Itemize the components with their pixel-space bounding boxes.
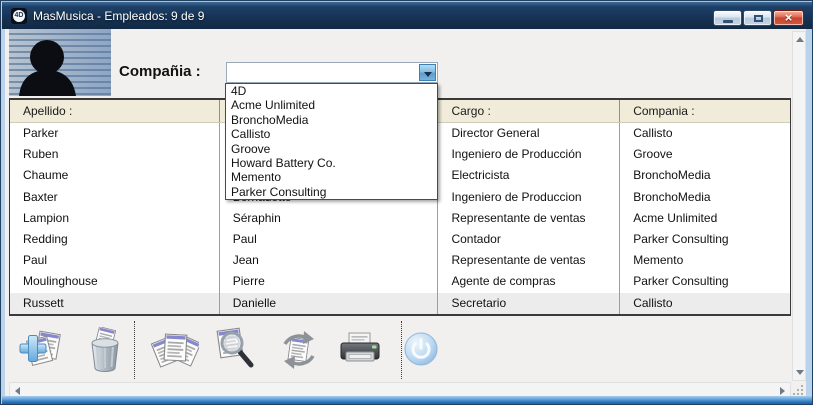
app-logo-icon: 4D [11,8,27,24]
cell-cargo[interactable]: Representante de ventas [438,208,620,229]
window-title: MasMusica - Empleados: 9 de 9 [33,2,204,30]
cell-apellido[interactable]: Moulinghouse [10,271,220,292]
trash-icon [82,327,130,375]
cell-compania[interactable]: Callisto [620,123,790,144]
scroll-right-icon[interactable] [780,387,785,395]
cell-cargo[interactable]: Electricista [438,165,620,186]
table-row[interactable]: Lampion Séraphin Representante de ventas… [10,208,790,229]
cell-cargo[interactable]: Representante de ventas [438,250,620,271]
dropdown-option[interactable]: 4D [226,84,437,98]
search-records-button[interactable] [212,327,260,375]
maximize-icon [754,15,763,22]
cell-apellido[interactable]: Baxter [10,187,220,208]
cell-cargo[interactable]: Ingeniero de Produccion [438,187,620,208]
cell-nombre[interactable]: Danielle [220,293,439,314]
cell-cargo[interactable]: Secretario [438,293,620,314]
dropdown-option[interactable]: Parker Consulting [226,185,437,199]
cell-compania[interactable]: BronchoMedia [620,187,790,208]
titlebar[interactable]: 4D MasMusica - Empleados: 9 de 9 × [2,1,813,29]
cell-compania[interactable]: Memento [620,250,790,271]
resize-grip[interactable] [792,382,806,397]
print-button[interactable] [336,327,384,375]
employee-photo [9,29,111,96]
close-icon: × [774,11,803,25]
dropdown-option[interactable]: BronchoMedia [226,113,437,127]
maximize-button[interactable] [743,10,772,26]
company-dropdown-list: 4D Acme Unlimited BronchoMedia Callisto … [225,83,438,200]
dropdown-option[interactable]: Groove [226,142,437,156]
power-icon [403,331,439,367]
company-filter-label: Compañia : [119,63,201,80]
horizontal-scrollbar[interactable] [9,382,791,397]
cell-apellido[interactable]: Paul [10,250,220,271]
header-compania[interactable]: Compania : [620,100,790,122]
dropdown-option[interactable]: Memento [226,170,437,184]
cell-compania[interactable]: Parker Consulting [620,271,790,292]
scroll-left-icon[interactable] [15,387,20,395]
person-silhouette-icon [9,29,111,96]
scroll-down-icon[interactable] [796,370,804,375]
delete-record-button[interactable] [82,327,130,375]
cell-compania[interactable]: Groove [620,144,790,165]
refresh-icon [275,327,323,375]
cell-compania[interactable]: Parker Consulting [620,229,790,250]
app-window: 4D MasMusica - Empleados: 9 de 9 × Compa… [0,0,813,405]
cell-apellido[interactable]: Russett [10,293,220,314]
toolbar-separator [401,321,402,379]
header-apellido[interactable]: Apellido : [10,100,220,122]
cell-apellido[interactable]: Chaume [10,165,220,186]
cell-compania[interactable]: Acme Unlimited [620,208,790,229]
add-record-icon [17,327,65,375]
close-button[interactable]: × [773,10,804,26]
cell-nombre[interactable]: Paul [220,229,439,250]
dropdown-option[interactable]: Callisto [226,127,437,141]
minimize-icon [723,20,733,23]
table-row[interactable]: Paul Jean Representante de ventas Mement… [10,250,790,271]
cell-cargo[interactable]: Ingeniero de Producción [438,144,620,165]
scroll-up-icon[interactable] [796,37,804,42]
cell-apellido[interactable]: Ruben [10,144,220,165]
combobox-dropdown-button[interactable] [419,64,436,81]
chevron-down-icon [424,72,432,77]
cell-nombre[interactable]: Jean [220,250,439,271]
table-row[interactable]: Moulinghouse Pierre Agente de compras Pa… [10,271,790,292]
toolbar-separator [134,321,135,379]
dropdown-option[interactable]: Howard Battery Co. [226,156,437,170]
table-row[interactable]: Redding Paul Contador Parker Consulting [10,229,790,250]
cell-cargo[interactable]: Agente de compras [438,271,620,292]
quit-button[interactable] [403,331,443,371]
cell-nombre[interactable]: Séraphin [220,208,439,229]
printer-icon [336,327,384,375]
cell-apellido[interactable]: Parker [10,123,220,144]
table-row[interactable]: Russett Danielle Secretario Callisto [10,293,790,314]
vertical-scrollbar[interactable] [792,31,806,381]
show-all-records-button[interactable] [151,327,199,375]
search-icon [212,327,260,375]
add-record-button[interactable] [17,327,65,375]
records-stack-icon [151,327,199,375]
window-controls: × [713,10,804,26]
header-cargo[interactable]: Cargo : [438,100,620,122]
cell-apellido[interactable]: Redding [10,229,220,250]
dropdown-option[interactable]: Acme Unlimited [226,98,437,112]
refresh-records-button[interactable] [275,327,323,375]
cell-compania[interactable]: Callisto [620,293,790,314]
cell-nombre[interactable]: Pierre [220,271,439,292]
cell-compania[interactable]: BronchoMedia [620,165,790,186]
content-area: Compañia : 4D Acme Unlimited BronchoMedi… [5,29,806,398]
company-combobox[interactable] [226,62,438,83]
minimize-button[interactable] [713,10,742,26]
cell-cargo[interactable]: Contador [438,229,620,250]
window-bottom-border [2,396,813,404]
cell-cargo[interactable]: Director General [438,123,620,144]
cell-apellido[interactable]: Lampion [10,208,220,229]
